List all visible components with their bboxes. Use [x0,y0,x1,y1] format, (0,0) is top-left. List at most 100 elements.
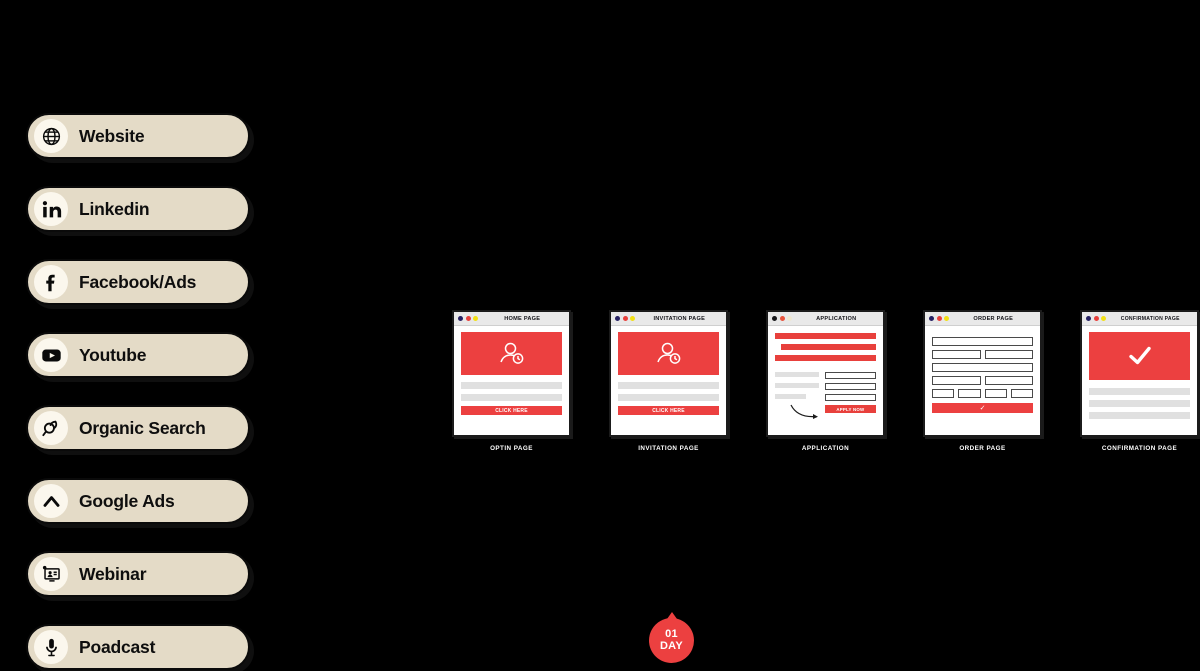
order-input[interactable] [932,389,955,398]
channel-pill-website[interactable]: Website [26,113,250,159]
browser-mockup-frame: HOME PAGE CLICK HERE [452,310,571,437]
channel-label: Linkedin [79,198,150,219]
channel-label: Organic Search [79,417,206,438]
window-dot-icon [936,316,942,321]
window-dot-icon [1101,316,1106,321]
window-dot-icon [473,316,478,321]
mockup-titlebar: HOME PAGE [454,312,569,326]
headline-bar [775,355,876,361]
order-form-row [932,363,1033,372]
globe-icon [34,119,68,153]
mockup-titlebar: INVITATION PAGE [611,312,726,326]
funnel-card-order-page[interactable]: ORDER PAGE ✓ ORDER PAGE [923,310,1042,452]
window-dot-icon [787,316,792,321]
funnel-step-strip: HOME PAGE CLICK HERE OPTIN PAGE INVITATI… [452,310,1199,455]
window-dot-icon [1086,316,1091,321]
browser-mockup-frame: APPLICATION APPLY NOW [766,310,885,437]
channel-label: Google Ads [79,490,175,511]
text-placeholder-bar [1089,400,1190,407]
channel-pill-webinar[interactable]: Webinar [26,551,250,597]
apply-now-button[interactable]: APPLY NOW [824,405,876,413]
person-clock-icon [656,342,680,364]
order-form-row [932,350,1033,359]
funnel-card-invitation-page[interactable]: INVITATION PAGE CLICK HERE INVITATION PA… [609,310,728,452]
checkmark-icon [1128,346,1151,365]
funnel-card-application[interactable]: APPLICATION APPLY NOW APPLICATION [766,310,885,452]
order-input[interactable] [958,389,981,398]
text-placeholder-bar [618,382,719,389]
browser-mockup-frame: ORDER PAGE ✓ [923,310,1042,437]
order-input[interactable] [932,337,1033,346]
hero-block [461,332,562,375]
window-dot-icon [929,316,934,321]
form-input-column: APPLY NOW [824,372,876,413]
cta-button[interactable]: CLICK HERE [618,406,719,415]
funnel-diagram-canvas: Website Linkedin Facebook/Ads Youtube Or… [0,0,1200,671]
form-input[interactable] [824,383,876,390]
headline-bars [775,332,876,361]
order-input[interactable] [932,350,981,359]
youtube-icon [34,338,68,372]
order-form-row [932,389,1033,398]
order-form-row [932,376,1033,385]
order-submit-button[interactable]: ✓ [932,403,1033,413]
form-label-bar [775,372,819,377]
traffic-channel-list: Website Linkedin Facebook/Ads Youtube Or… [26,113,266,671]
timeline-day-badge: 01 DAY [649,612,694,663]
text-placeholder-bar [1089,412,1190,419]
window-dot-icon [772,316,777,321]
window-dot-icon [630,316,635,321]
window-dot-icon [465,316,471,321]
order-input[interactable] [932,376,981,385]
window-dot-icon [615,316,620,321]
text-placeholder-bar [461,394,562,401]
badge-pointer-icon [666,612,677,619]
channel-label: Youtube [79,344,147,365]
channel-pill-organic-search[interactable]: Organic Search [26,405,250,451]
funnel-card-optin-page[interactable]: HOME PAGE CLICK HERE OPTIN PAGE [452,310,571,452]
form-input[interactable] [824,372,876,379]
facebook-icon [34,265,68,299]
hero-block [1089,332,1190,380]
channel-label: Website [79,125,145,146]
order-input[interactable] [984,376,1033,385]
mockup-window-title: CONFIRMATION PAGE [1120,315,1180,322]
headline-bar [775,333,876,339]
mockup-body: CLICK HERE [454,326,569,435]
mockup-body: APPLY NOW [768,326,883,435]
channel-pill-facebook-ads[interactable]: Facebook/Ads [26,259,250,305]
order-form-row [932,337,1033,346]
funnel-card-confirmation-page[interactable]: CONFIRMATION PAGE CONFIRMATION PAGE [1080,310,1199,452]
channel-pill-podcast[interactable]: Poadcast [26,624,250,670]
form-label-column [775,372,819,413]
mockup-window-title: INVITATION PAGE [653,315,706,322]
mockup-titlebar: ORDER PAGE [925,312,1040,326]
channel-pill-google-ads[interactable]: Google Ads [26,478,250,524]
funnel-card-caption: OPTIN PAGE [490,445,533,452]
organic-search-icon [34,411,68,445]
cta-button[interactable]: CLICK HERE [461,406,562,415]
window-dot-icon [458,316,463,321]
order-input[interactable] [932,363,1033,372]
channel-pill-linkedin[interactable]: Linkedin [26,186,250,232]
mockup-titlebar: CONFIRMATION PAGE [1082,312,1197,326]
headline-bar [781,344,876,350]
day-badge-number: 01 [665,627,678,640]
form-label-bar [775,383,819,388]
channel-pill-youtube[interactable]: Youtube [26,332,250,378]
browser-mockup-frame: INVITATION PAGE CLICK HERE [609,310,728,437]
funnel-card-caption: ORDER PAGE [959,445,1006,452]
channel-label: Webinar [79,563,147,584]
order-input[interactable] [984,350,1033,359]
channel-label: Facebook/Ads [79,271,197,292]
channel-label: Poadcast [79,636,156,657]
form-input[interactable] [824,394,876,401]
mockup-body: CLICK HERE [611,326,726,435]
window-dot-icon [944,316,949,321]
funnel-card-caption: INVITATION PAGE [638,445,699,452]
mockup-body: ✓ [925,326,1040,435]
day-badge-unit: DAY [659,639,684,652]
order-input[interactable] [1010,389,1033,398]
order-input[interactable] [984,389,1007,398]
window-dot-icon [779,316,785,321]
